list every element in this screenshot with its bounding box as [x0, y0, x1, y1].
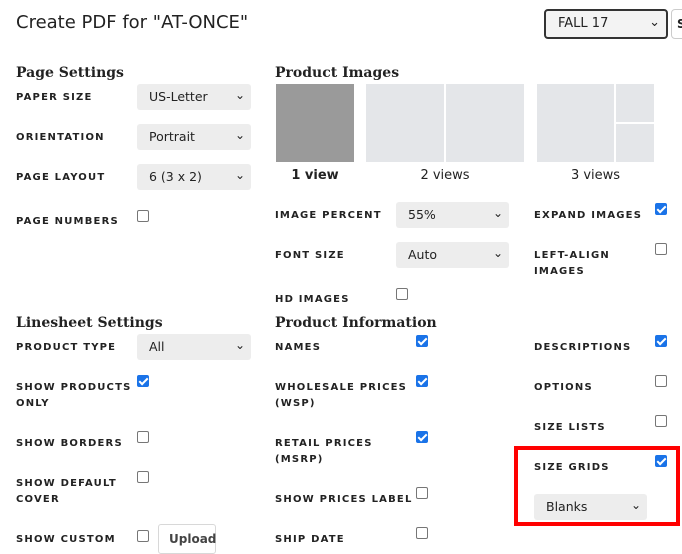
descriptions-label: DESCRIPTIONS	[534, 342, 632, 353]
chevron-down-icon: ⌄	[234, 338, 245, 352]
left-align-label-line2: IMAGES	[534, 266, 585, 277]
retail-prices-label-line2: (MSRP)	[275, 454, 324, 465]
upload-button[interactable]: Upload	[158, 524, 216, 554]
show-borders-checkbox[interactable]	[137, 431, 149, 443]
page-settings-heading: Page Settings	[16, 65, 124, 81]
page-numbers-label: PAGE NUMBERS	[16, 216, 119, 227]
size-lists-checkbox[interactable]	[655, 415, 667, 427]
expand-images-label: EXPAND IMAGES	[534, 210, 643, 221]
ship-date-label: SHIP DATE	[275, 534, 345, 545]
show-custom-checkbox[interactable]	[137, 530, 149, 542]
season-select-value: FALL 17	[558, 16, 609, 31]
paper-size-select[interactable]: US-Letter ⌄	[137, 84, 251, 110]
expand-images-checkbox[interactable]	[655, 203, 667, 215]
hd-images-label: HD IMAGES	[275, 294, 350, 305]
names-label: NAMES	[275, 342, 322, 353]
font-size-select[interactable]: Auto ⌄	[396, 242, 509, 268]
show-borders-label: SHOW BORDERS	[16, 438, 123, 449]
options-label: OPTIONS	[534, 382, 593, 393]
show-default-cover-label-line1: SHOW DEFAULT	[16, 478, 117, 489]
single-view-thumbnail	[276, 84, 354, 162]
wholesale-prices-checkbox[interactable]	[416, 375, 428, 387]
view-thumbnail-top	[616, 84, 654, 122]
page-layout-select[interactable]: 6 (3 x 2) ⌄	[137, 164, 251, 190]
show-prices-label-checkbox[interactable]	[416, 487, 428, 499]
product-information-heading: Product Information	[275, 315, 437, 331]
view-option-3[interactable]	[537, 84, 654, 162]
view-thumbnail-left	[366, 84, 444, 162]
left-align-label-line1: LEFT-ALIGN	[534, 250, 610, 261]
page-numbers-checkbox[interactable]	[137, 210, 149, 222]
product-images-heading: Product Images	[275, 65, 400, 81]
chevron-down-icon: ⌄	[492, 206, 503, 220]
show-products-only-checkbox[interactable]	[137, 375, 149, 387]
chevron-down-icon: ⌄	[234, 168, 245, 182]
view-thumbnail-right	[446, 84, 524, 162]
chevron-down-icon: ⌄	[234, 88, 245, 102]
orientation-label: ORIENTATION	[16, 132, 105, 143]
image-percent-value: 55%	[408, 207, 436, 222]
page-layout-label: PAGE LAYOUT	[16, 172, 106, 183]
names-checkbox[interactable]	[416, 335, 428, 347]
paper-size-label: PAPER SIZE	[16, 92, 93, 103]
show-products-only-label-line1: SHOW PRODUCTS	[16, 382, 132, 393]
retail-prices-label-line1: RETAIL PRICES	[275, 438, 373, 449]
view-caption-1[interactable]: 1 view	[276, 168, 354, 183]
view-option-1[interactable]	[276, 84, 354, 162]
wholesale-prices-label-line2: (WSP)	[275, 398, 316, 409]
product-type-select[interactable]: All ⌄	[137, 334, 251, 360]
size-lists-label: SIZE LISTS	[534, 422, 606, 433]
show-products-only-label-line2: ONLY	[16, 398, 50, 409]
view-thumbnail-bottom	[616, 124, 654, 162]
chevron-down-icon: ⌄	[492, 246, 503, 260]
view-thumbnail-main	[537, 84, 614, 162]
product-type-value: All	[149, 339, 165, 354]
ship-date-checkbox[interactable]	[416, 527, 428, 539]
hd-images-checkbox[interactable]	[396, 288, 408, 300]
show-default-cover-label-line2: COVER	[16, 494, 60, 505]
font-size-value: Auto	[408, 247, 438, 262]
view-caption-2[interactable]: 2 views	[366, 168, 524, 183]
retail-prices-checkbox[interactable]	[416, 431, 428, 443]
left-align-checkbox[interactable]	[655, 243, 667, 255]
show-default-cover-checkbox[interactable]	[137, 471, 149, 483]
image-percent-label: IMAGE PERCENT	[275, 210, 382, 221]
chevron-down-icon: ⌄	[234, 128, 245, 142]
show-custom-label: SHOW CUSTOM	[16, 534, 116, 545]
linesheet-settings-heading: Linesheet Settings	[16, 315, 163, 331]
highlight-box	[514, 446, 680, 526]
view-caption-3[interactable]: 3 views	[537, 168, 654, 183]
clipped-header-button[interactable]: S	[671, 9, 682, 39]
season-select[interactable]: FALL 17 ⌄	[544, 9, 668, 39]
page-layout-value: 6 (3 x 2)	[149, 169, 202, 184]
orientation-select[interactable]: Portrait ⌄	[137, 124, 251, 150]
wholesale-prices-label-line1: WHOLESALE PRICES	[275, 382, 408, 393]
image-percent-select[interactable]: 55% ⌄	[396, 202, 509, 228]
view-option-2[interactable]	[366, 84, 524, 162]
paper-size-value: US-Letter	[149, 89, 208, 104]
page-title: Create PDF for "AT-ONCE"	[16, 12, 249, 33]
chevron-down-icon: ⌄	[649, 15, 660, 30]
font-size-label: FONT SIZE	[275, 250, 345, 261]
product-type-label: PRODUCT TYPE	[16, 342, 117, 353]
descriptions-checkbox[interactable]	[655, 335, 667, 347]
options-checkbox[interactable]	[655, 375, 667, 387]
orientation-value: Portrait	[149, 129, 195, 144]
show-prices-label-label: SHOW PRICES LABEL	[275, 494, 413, 505]
